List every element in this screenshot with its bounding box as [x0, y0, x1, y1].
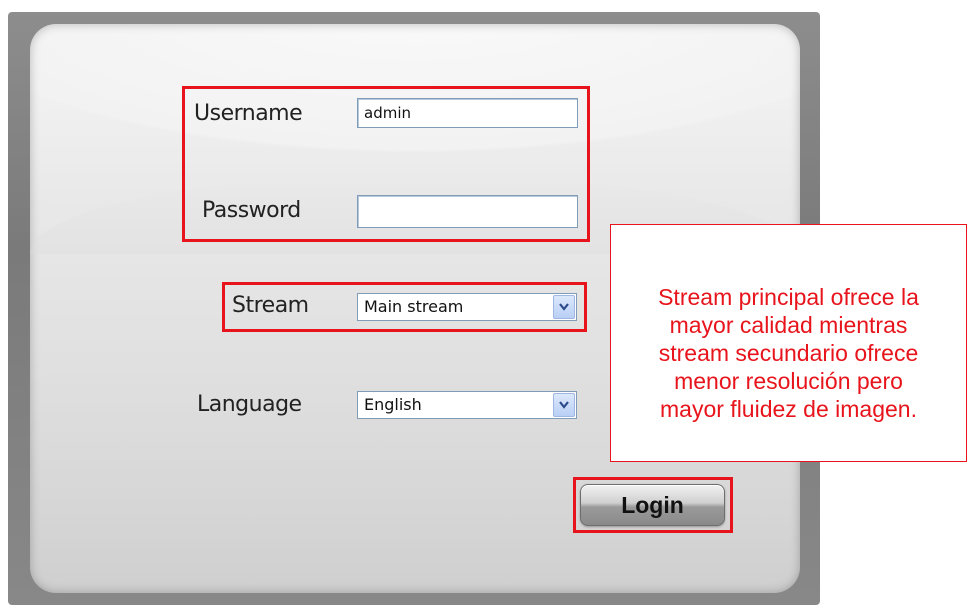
screenshot-stage: Username Password Stream Main stream Lan…	[0, 0, 967, 605]
credentials-highlight-box	[182, 86, 590, 242]
annotation-line: Stream principal ofrece la	[658, 284, 919, 310]
annotation-line: mayor calidad mientras	[669, 312, 908, 338]
annotation-line: stream secundario ofrece	[658, 340, 919, 366]
language-select-value: English	[364, 395, 422, 414]
stream-highlight-box	[222, 282, 587, 332]
language-select[interactable]: English	[357, 391, 577, 419]
annotation-note: Stream principal ofrece la mayor calidad…	[610, 224, 967, 462]
annotation-line: mayor fluidez de imagen.	[660, 396, 917, 422]
chevron-down-icon[interactable]	[553, 393, 575, 417]
login-highlight-box	[573, 477, 733, 533]
annotation-line: menor resolución pero	[674, 368, 903, 394]
language-label: Language	[197, 392, 302, 417]
